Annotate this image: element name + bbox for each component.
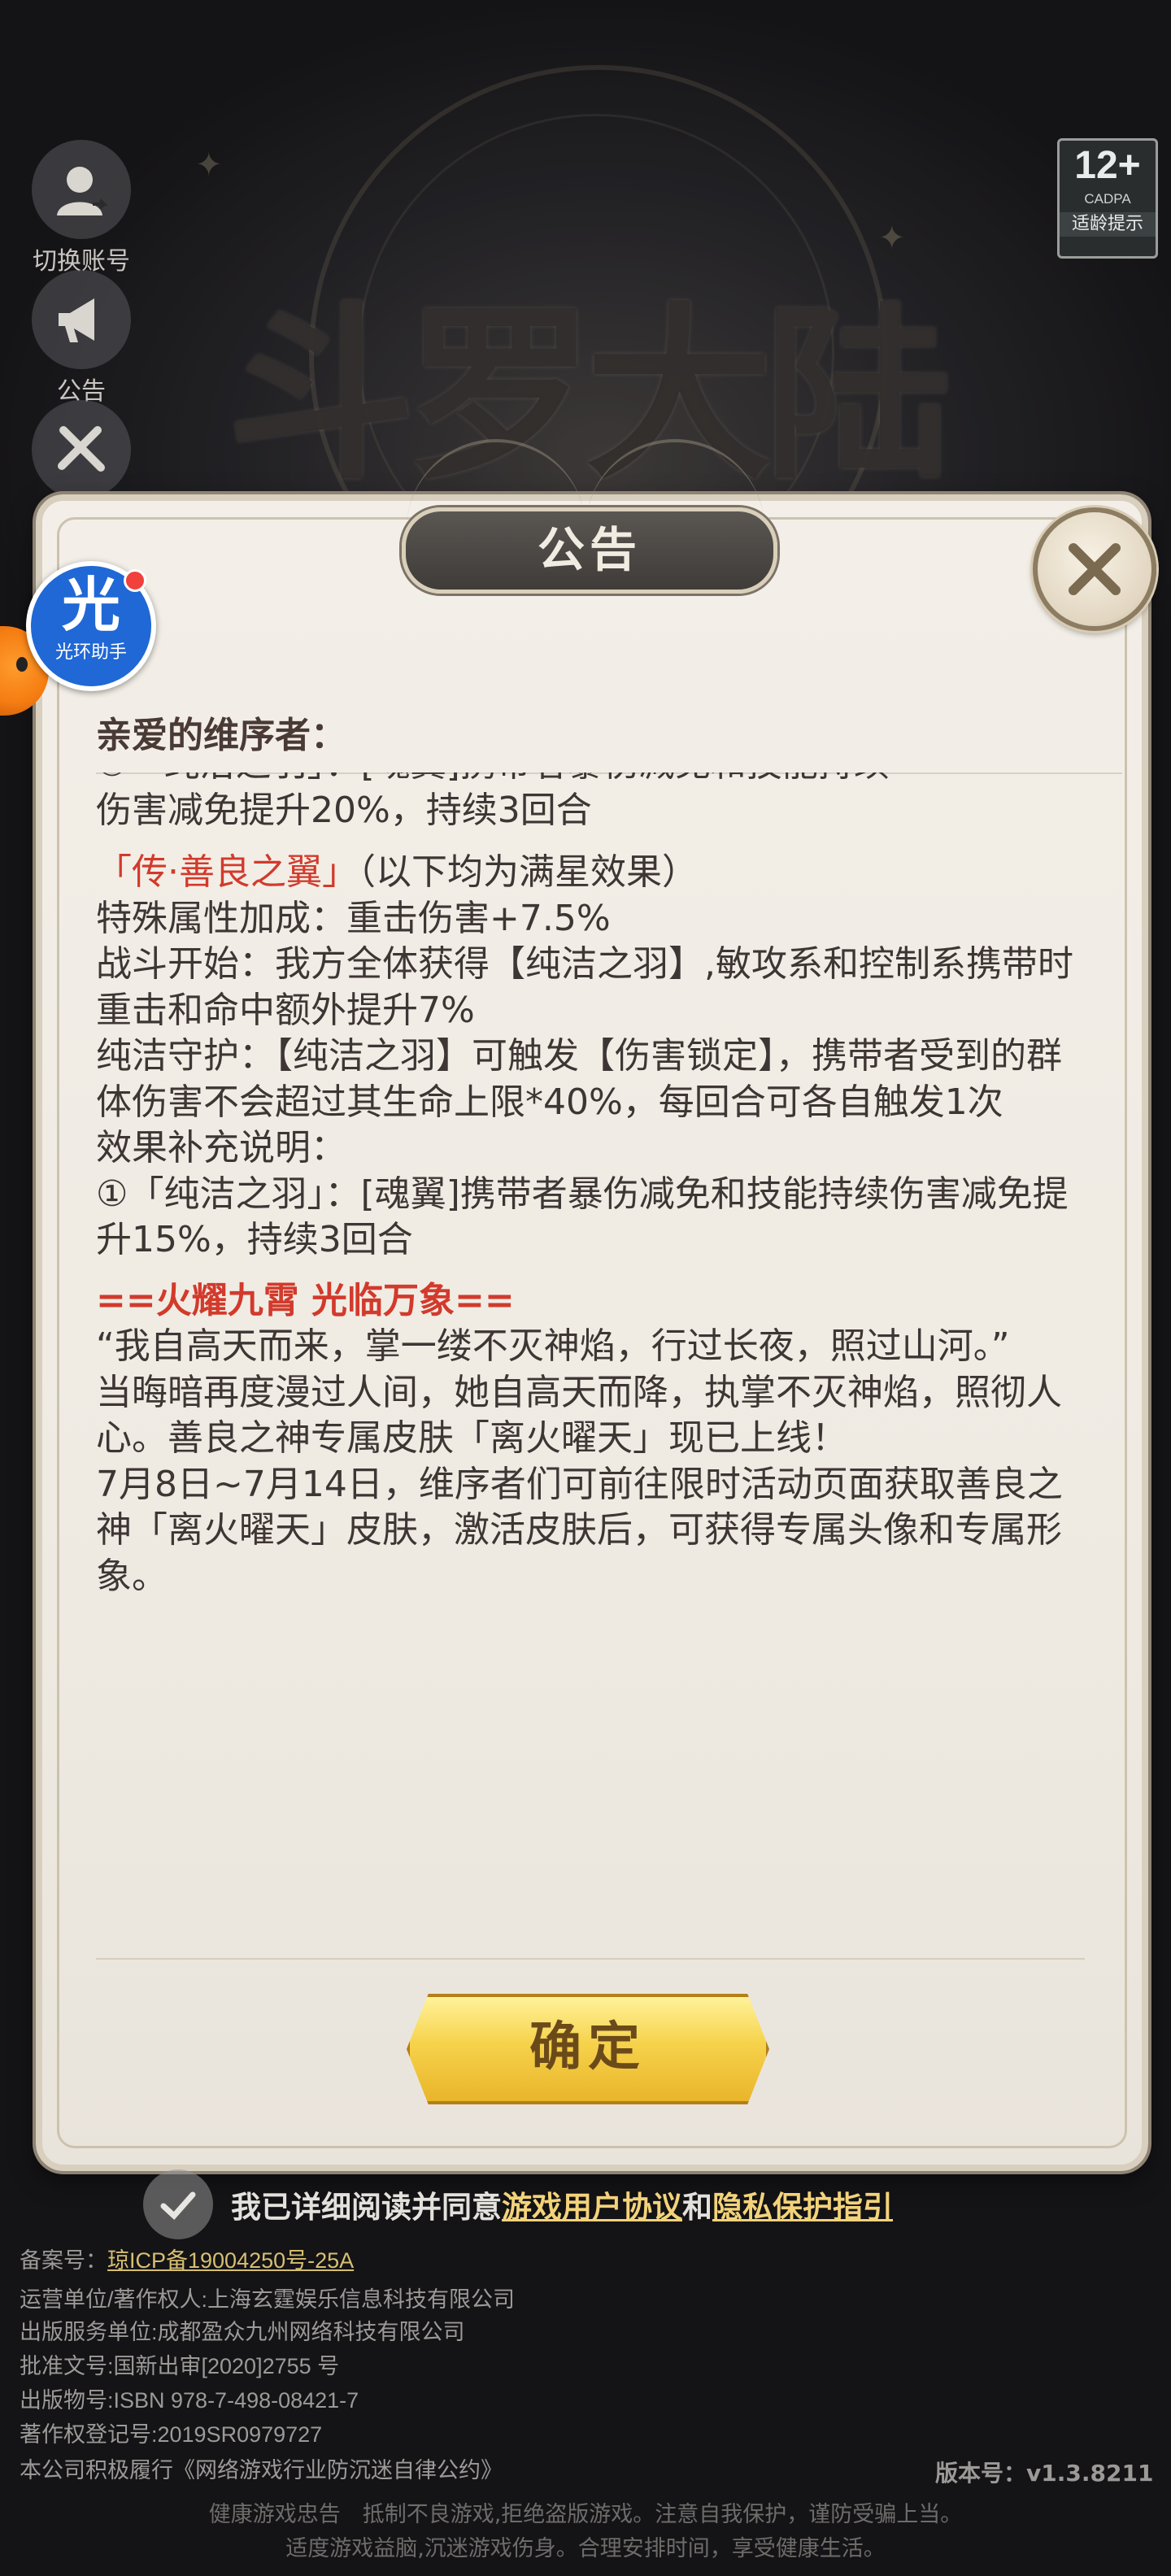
checkmark-icon [160, 2191, 196, 2220]
account-switch-icon [32, 140, 131, 239]
age-rating-badge[interactable]: 12+ CADPA 适龄提示 [1057, 138, 1158, 259]
content-divider [96, 1958, 1085, 1960]
content-red-heading: ==火耀九霄 光临万象== [96, 1279, 515, 1321]
content-line: 战斗开始：我方全体获得【纯洁之羽】,敏攻系和控制系携带时重击和命中额外提升7% [96, 943, 1073, 1031]
dialog-title: 公告 [402, 507, 777, 594]
approval-info: 批准文号:国新出审[2020]2755 号 [20, 2354, 340, 2378]
isbn-info: 出版物号:ISBN 978-7-498-08421-7 [20, 2388, 359, 2413]
user-agreement-link[interactable]: 游戏用户协议 [502, 2190, 682, 2225]
operator-info: 运营单位/著作权人:上海玄霆娱乐信息科技有限公司 [20, 2287, 516, 2312]
privacy-policy-link[interactable]: 隐私保护指引 [712, 2190, 893, 2225]
content-line: 纯洁守护：【纯洁之羽】可触发【伤害锁定】，携带者受到的群体伤害不会超过其生命上限… [96, 1035, 1062, 1123]
announcement-content[interactable]: ①「纯洁之羽」：[魂翼]携带者暴伤减免和技能持续 伤害减免提升20%，持续3回合… [96, 772, 1088, 1927]
version-label: 版本号：v1.3.8211 [935, 2460, 1154, 2487]
announcement-button[interactable]: 公告 [16, 270, 146, 407]
age-rating-tip: 适龄提示 [1060, 212, 1156, 237]
age-rating-value: 12+ [1074, 144, 1141, 187]
assistant-label: 光环助手 [54, 642, 127, 663]
content-red-heading: 「传·善良之翼」 [96, 851, 358, 893]
content-line: 7月8日~7月14日，维序者们可前往限时活动页面获取善良之神「离火曜天」皮肤，激… [96, 1463, 1063, 1597]
close-icon [1069, 543, 1121, 595]
age-rating-org: CADPA [1084, 191, 1131, 207]
content-note: （以下均为满星效果） [358, 851, 698, 893]
pledge-info: 本公司积极履行《网络游戏行业防沉迷自律公约》 [20, 2458, 503, 2482]
agreement-text: 我已详细阅读并同意游戏用户协议和隐私保护指引 [231, 2182, 893, 2226]
switch-account-button[interactable]: 切换账号 [16, 140, 146, 276]
notification-dot [124, 569, 146, 592]
confirm-button[interactable]: 确定 [407, 1994, 769, 2104]
health-advice-line2: 适度游戏益脑,沉迷游戏伤身。合理安排时间，享受健康生活。 [285, 2536, 886, 2561]
greeting-text: 亲爱的维序者： [96, 715, 346, 756]
close-button[interactable] [1033, 507, 1156, 631]
content-line: ①「纯洁之羽」：[魂翼]携带者暴伤减免和技能持续伤害减免提升15%，持续3回合 [96, 1173, 1069, 1261]
content-line: 当晦暗再度漫过人间，她自高天而降，执掌不灭神焰，照彻人心。善良之神专属皮肤「离火… [96, 1371, 1062, 1460]
assistant-float-button[interactable]: 光 光环助手 [26, 561, 156, 691]
content-line: 效果补充说明： [96, 1127, 346, 1168]
record-number: 备案号：琼ICP备19004250号-25A [20, 2243, 354, 2274]
agreement-and: 和 [682, 2190, 712, 2225]
publisher-info: 出版服务单位:成都盈众九州网络科技有限公司 [20, 2320, 465, 2344]
agreement-prefix: 我已详细阅读并同意 [231, 2190, 502, 2225]
record-link[interactable]: 琼ICP备19004250号-25A [107, 2248, 354, 2273]
content-heading: 「传·善良之翼」（以下均为满星效果） [96, 850, 1088, 896]
copyright-info: 著作权登记号:2019SR0979727 [20, 2422, 323, 2447]
health-advice-line1: 健康游戏忠告 抵制不良游戏,拒绝盗版游戏。注意自我保护，谨防受骗上当。 [208, 2502, 963, 2527]
content-line: ①「纯洁之羽」：[魂翼]携带者暴伤减免和技能持续 [96, 772, 1088, 788]
record-label: 备案号： [20, 2248, 107, 2273]
content-line: “我自高天而来，掌一缕不灭神焰，行过长夜，照过山河。” [96, 1325, 1010, 1367]
content-line: 伤害减免提升20%，持续3回合 [96, 789, 592, 831]
repair-icon [32, 400, 131, 499]
content-line: 特殊属性加成：重击伤害+7.5% [96, 897, 611, 939]
megaphone-icon [32, 270, 131, 369]
agreement-checkbox[interactable] [143, 2169, 213, 2239]
